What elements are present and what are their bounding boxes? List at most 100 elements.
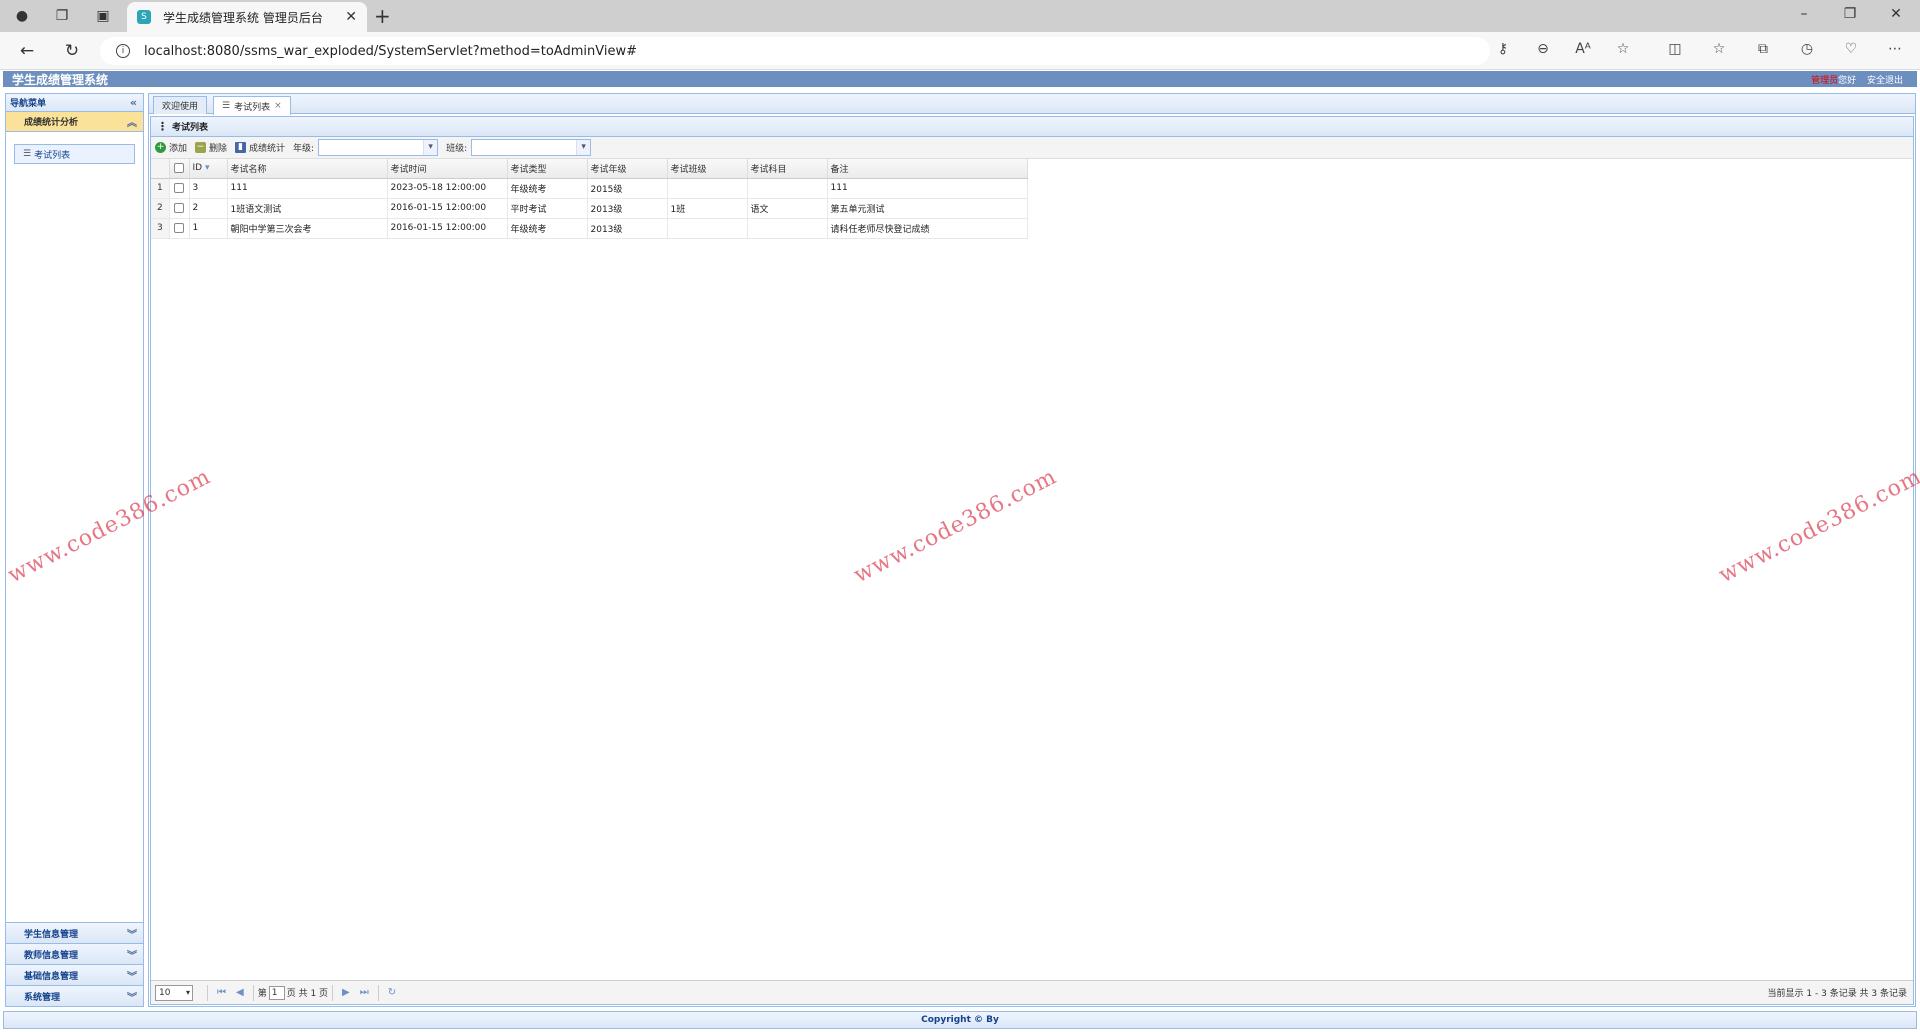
cell-subject	[747, 218, 828, 239]
first-page-icon[interactable]: ⏮	[217, 987, 226, 998]
plus-icon: +	[155, 142, 166, 153]
favorites-icon[interactable]: ☆	[1709, 41, 1729, 57]
collections-icon[interactable]: ❐	[52, 6, 72, 26]
profile-icon[interactable]: ●	[12, 6, 32, 26]
chevron-down-icon: ▾	[423, 140, 438, 155]
minimize-icon[interactable]: –	[1794, 6, 1814, 22]
row-checkbox[interactable]	[174, 202, 184, 213]
chevron-down-icon: ▾	[185, 987, 190, 997]
tab-actions-icon[interactable]: ▣	[93, 6, 113, 26]
column-header-subject[interactable]: 考试科目	[747, 159, 828, 179]
accordion-title: 成绩统计分析	[24, 118, 79, 128]
cell-grade: 2013级	[587, 198, 668, 219]
performance-icon[interactable]: ♡	[1841, 41, 1861, 57]
class-select[interactable]: ▾	[471, 139, 592, 156]
column-header-time[interactable]: 考试时间	[387, 159, 508, 179]
accordion-body: ☰ 考试列表	[6, 132, 143, 924]
read-aloud-icon[interactable]: Aᴬ	[1573, 41, 1593, 57]
divider	[207, 984, 208, 1001]
refresh-icon[interactable]: ↻	[61, 41, 83, 61]
cell-type: 平时考试	[507, 198, 588, 219]
accordion-basic-info[interactable]: 基础信息管理 ︾	[6, 964, 143, 985]
cell-subject: 语文	[747, 198, 828, 219]
vertical-dots-icon: ⋮	[157, 120, 168, 133]
grade-select[interactable]: ▾	[318, 139, 439, 156]
column-header-class[interactable]: 考试班级	[667, 159, 748, 179]
row-number: 1	[151, 178, 170, 199]
page-size-select[interactable]: 10 ▾	[155, 984, 193, 1001]
collapse-sidebar-icon[interactable]: «	[130, 96, 137, 109]
accordion-teacher-info[interactable]: 教师信息管理 ︾	[6, 943, 143, 964]
sidebar-header-title: 导航菜单	[10, 99, 47, 109]
select-all-checkbox[interactable]	[174, 163, 184, 173]
table-row[interactable]: 2 2 1班语文测试 2016-01-15 12:00:00 平时考试 2013…	[151, 198, 1028, 219]
browser-tab-active[interactable]: S 学生成绩管理系统 管理员后台 ✕	[127, 2, 367, 32]
key-icon[interactable]: ⚷	[1493, 41, 1513, 57]
accordion-student-info[interactable]: 学生信息管理 ︾	[6, 922, 143, 943]
column-header-type[interactable]: 考试类型	[507, 159, 588, 179]
cell-id: 2	[189, 198, 228, 219]
accordion-score-stats[interactable]: 成绩统计分析 ︽	[6, 112, 143, 132]
window-close-icon[interactable]: ✕	[1886, 6, 1906, 22]
collections-toolbar-icon[interactable]: ⧉	[1753, 41, 1773, 57]
greeting-text: 您好	[1838, 75, 1857, 86]
delete-button[interactable]: − 删除	[195, 141, 227, 154]
favorite-star-icon[interactable]: ☆	[1613, 41, 1633, 57]
app-root: 学生成绩管理系统 管理员您好 安全退出 导航菜单 « 成绩统计分析 ︽ ☰ 考试…	[0, 71, 1920, 1032]
more-options-icon[interactable]: ⋯	[1885, 41, 1905, 57]
add-button[interactable]: + 添加	[155, 141, 187, 154]
cell-name: 111	[227, 178, 388, 199]
page-number-input[interactable]: 1	[268, 985, 285, 1000]
cell-grade: 2013级	[587, 218, 668, 239]
list-icon: ☰	[222, 101, 231, 111]
history-icon[interactable]: ◷	[1797, 41, 1817, 57]
next-page-icon[interactable]: ▶	[342, 987, 350, 998]
column-header-remark[interactable]: 备注	[827, 159, 1028, 179]
zoom-out-icon[interactable]: ⊖	[1533, 41, 1553, 57]
close-tab-icon[interactable]: ×	[274, 101, 282, 111]
collapsed-accordions: 学生信息管理 ︾ 教师信息管理 ︾ 基础信息管理 ︾ 系统管理 ︾	[6, 922, 143, 1006]
list-icon: ☰	[23, 149, 32, 159]
accordion-title: 系统管理	[24, 992, 61, 1003]
cell-time: 2023-05-18 12:00:00	[387, 178, 508, 199]
bar-chart-icon: ▮	[235, 142, 247, 153]
cell-remark: 请科任老师尽快登记成绩	[827, 218, 1028, 239]
tab-welcome[interactable]: 欢迎使用	[153, 96, 208, 114]
last-page-icon[interactable]: ⏭	[360, 987, 369, 998]
menu-item-exam-list[interactable]: ☰ 考试列表	[14, 144, 135, 164]
row-number-header	[151, 159, 170, 179]
tab-label: 考试列表	[234, 102, 271, 113]
table-row[interactable]: 1 3 111 2023-05-18 12:00:00 年级统考 2015级 1…	[151, 178, 1028, 199]
site-favicon-icon: S	[137, 10, 151, 24]
row-checkbox[interactable]	[174, 182, 184, 193]
accordion-system[interactable]: 系统管理 ︾	[6, 985, 143, 1006]
logout-link[interactable]: 安全退出	[1867, 76, 1903, 86]
row-checkbox[interactable]	[174, 222, 184, 233]
sidebar: 导航菜单 « 成绩统计分析 ︽ ☰ 考试列表 学生信息管理 ︾ 教师信息管理 ︾…	[5, 93, 144, 1007]
column-header-name[interactable]: 考试名称	[227, 159, 388, 179]
site-info-icon[interactable]: i	[116, 44, 130, 58]
tab-exam-list[interactable]: ☰ 考试列表 ×	[213, 96, 291, 115]
grid-title-text: 考试列表	[172, 123, 209, 133]
split-screen-icon[interactable]: ◫	[1665, 41, 1685, 57]
prev-page-icon[interactable]: ◀	[236, 987, 244, 998]
user-role: 管理员	[1811, 75, 1839, 86]
sidebar-header: 导航菜单 «	[6, 94, 143, 112]
stats-button[interactable]: ▮ 成绩统计	[235, 141, 285, 154]
cell-type: 年级统考	[507, 218, 588, 239]
cell-name: 朝阳中学第三次会考	[227, 218, 388, 239]
stats-label: 成绩统计	[249, 144, 286, 154]
row-select	[169, 178, 190, 199]
column-header-grade[interactable]: 考试年级	[587, 159, 668, 179]
back-icon[interactable]: ←	[16, 41, 38, 61]
address-bar[interactable]: i localhost:8080/ssms_war_exploded/Syste…	[100, 37, 1490, 65]
new-tab-icon[interactable]: +	[374, 6, 391, 26]
restore-icon[interactable]: ❐	[1840, 6, 1860, 22]
cell-grade: 2015级	[587, 178, 668, 199]
refresh-icon[interactable]: ↻	[388, 987, 396, 998]
column-header-id[interactable]: ID ▾	[189, 159, 228, 179]
close-tab-icon[interactable]: ✕	[345, 9, 357, 25]
cell-subject	[747, 178, 828, 199]
table-row[interactable]: 3 1 朝阳中学第三次会考 2016-01-15 12:00:00 年级统考 2…	[151, 218, 1028, 239]
chevron-down-icon: ︾	[127, 971, 137, 983]
